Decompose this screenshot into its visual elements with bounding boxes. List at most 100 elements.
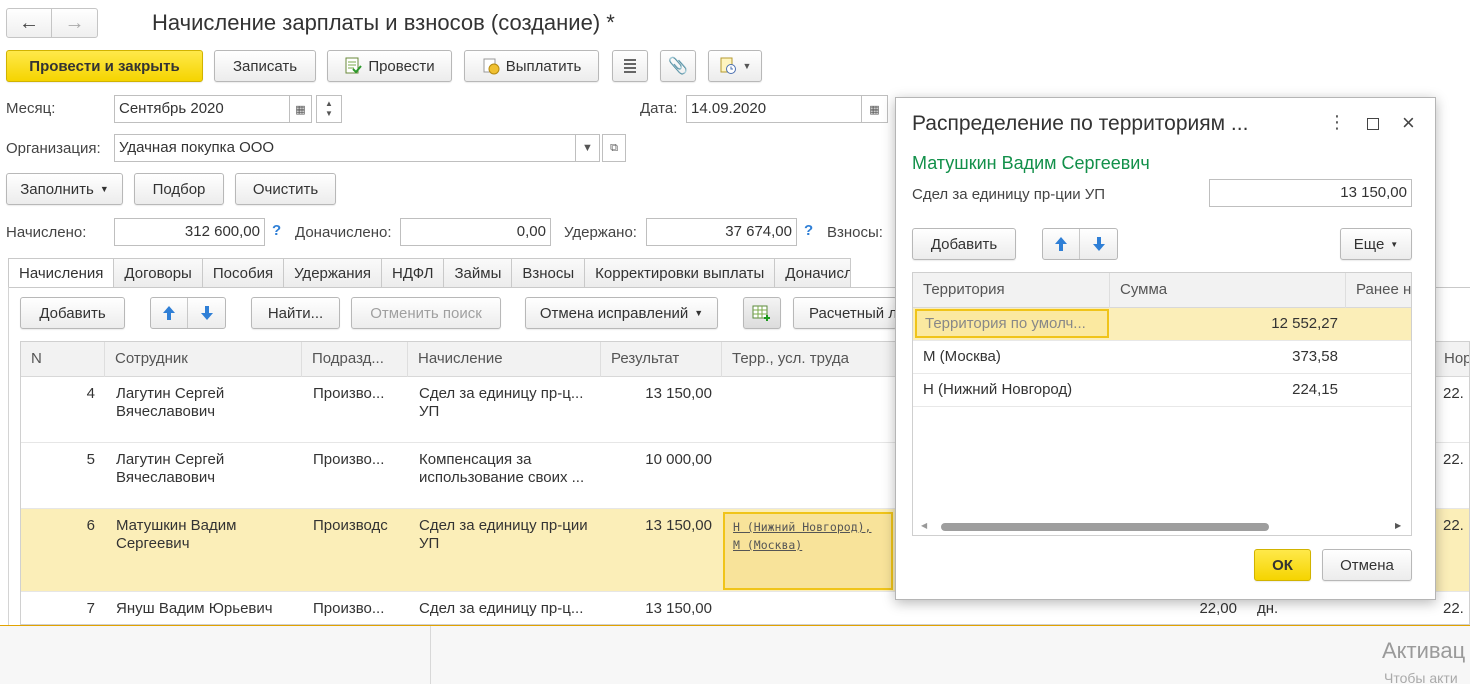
col-employee[interactable]: Сотрудник xyxy=(105,342,302,377)
attach-button[interactable]: 📎 xyxy=(660,50,696,82)
table-add-icon xyxy=(752,304,772,322)
col-department[interactable]: Подразд... xyxy=(302,342,408,377)
organization-field[interactable]: Удачная покупка ООО xyxy=(114,134,576,162)
territory-link[interactable]: Н (Нижний Новгород), М (Москва) xyxy=(733,520,871,552)
col-accrual[interactable]: Начисление xyxy=(408,342,601,377)
grid-add-button[interactable]: Добавить xyxy=(20,297,125,329)
pay-icon xyxy=(482,57,500,75)
cancel-button[interactable]: Отмена xyxy=(1322,549,1412,581)
move-buttons xyxy=(150,297,226,329)
dialog-accrual-amount: 13 150,00 xyxy=(1209,179,1412,207)
maximize-icon[interactable] xyxy=(1367,118,1379,130)
row-department: Производс xyxy=(313,517,388,534)
row-accrual: Сдел за единицу пр-ц... xyxy=(419,600,584,617)
chevron-down-icon: ▼ xyxy=(1390,239,1399,249)
territory-row-selected[interactable]: Территория по умолч... 12 552,27 xyxy=(913,308,1411,341)
report-menu-button[interactable]: ▼ xyxy=(708,50,762,82)
territory-row[interactable]: Н (Нижний Новгород) 224,15 xyxy=(913,374,1411,407)
col-sum[interactable]: Сумма xyxy=(1110,273,1346,308)
date-calendar-icon[interactable]: ▦ xyxy=(862,95,888,123)
tab-loans[interactable]: Займы xyxy=(444,258,513,288)
tab-payment-adjustments[interactable]: Корректировки выплаты xyxy=(585,258,776,288)
scroll-right-icon[interactable]: ▶ xyxy=(1395,521,1401,530)
row-norm: 22. xyxy=(1443,451,1464,468)
post-doc-icon xyxy=(344,57,363,75)
forward-arrow-icon[interactable]: → xyxy=(52,9,97,37)
save-button[interactable]: Записать xyxy=(214,50,316,82)
org-open-icon[interactable]: ⧉ xyxy=(602,134,626,162)
cancel-search-button[interactable]: Отменить поиск xyxy=(351,297,501,329)
col-territory[interactable]: Терр., усл. труда xyxy=(722,342,897,377)
tab-accruals[interactable]: Начисления xyxy=(8,258,115,288)
post-and-close-button[interactable]: Провести и закрыть xyxy=(6,50,203,82)
dialog-more-button[interactable]: Еще ▼ xyxy=(1340,228,1412,260)
row-result: 10 000,00 xyxy=(645,451,712,468)
month-stepper[interactable]: ▲ ▼ xyxy=(316,95,342,123)
post-button[interactable]: Провести xyxy=(327,50,452,82)
accrued-field: 312 600,00 xyxy=(114,218,265,246)
pay-button[interactable]: Выплатить xyxy=(464,50,599,82)
list-view-button[interactable] xyxy=(612,50,648,82)
dialog-title: Распределение по территориям ... xyxy=(912,112,1249,135)
col-norm[interactable]: Нор xyxy=(1433,342,1469,377)
territory-row[interactable]: М (Москва) 373,58 xyxy=(913,341,1411,374)
tab-ndfl[interactable]: НДФЛ xyxy=(382,258,445,288)
chevron-down-icon: ▼ xyxy=(742,61,752,71)
fill-button-label: Заполнить xyxy=(20,180,94,198)
row-accrual: Сдел за единицу пр-ц... УП xyxy=(419,385,584,420)
added-field: 0,00 xyxy=(400,218,551,246)
col-territory[interactable]: Территория xyxy=(913,273,1110,308)
find-button[interactable]: Найти... xyxy=(251,297,340,329)
org-dropdown-icon[interactable]: ▼ xyxy=(576,134,600,162)
add-table-row-button[interactable] xyxy=(743,297,781,329)
move-up-arrow-icon[interactable] xyxy=(151,298,189,328)
territory-sum: 373,58 xyxy=(1292,348,1338,365)
month-label: Месяц: xyxy=(6,100,56,117)
ok-button[interactable]: ОК xyxy=(1254,549,1311,581)
territory-cell[interactable]: Н (Нижний Новгород), М (Москва) xyxy=(723,512,893,590)
col-previous[interactable]: Ранее н xyxy=(1346,273,1411,308)
back-arrow-icon[interactable]: ← xyxy=(7,9,53,37)
move-down-arrow-icon[interactable] xyxy=(1080,229,1117,259)
territory-cell-selected[interactable]: Территория по умолч... xyxy=(915,309,1109,338)
stepper-down-icon[interactable]: ▼ xyxy=(325,109,333,119)
dialog-add-button[interactable]: Добавить xyxy=(912,228,1016,260)
row-department: Произво... xyxy=(313,451,385,468)
stepper-up-icon[interactable]: ▲ xyxy=(325,99,333,109)
clear-button[interactable]: Очистить xyxy=(235,173,336,205)
month-field[interactable]: Сентябрь 2020 xyxy=(114,95,290,123)
withheld-field: 37 674,00 xyxy=(646,218,797,246)
tab-benefits[interactable]: Пособия xyxy=(202,258,285,288)
select-button[interactable]: Подбор xyxy=(134,173,224,205)
row-accrual: Сдел за единицу пр-ции УП xyxy=(419,517,588,552)
payslip-button[interactable]: Расчетный л xyxy=(793,297,897,329)
accrued-help-icon[interactable]: ? xyxy=(272,222,281,239)
tab-additional-accruals[interactable]: Доначисл xyxy=(775,258,852,288)
col-result[interactable]: Результат xyxy=(601,342,722,377)
row-number: 4 xyxy=(86,385,95,402)
row-days: 22,00 xyxy=(1199,600,1237,617)
more-vert-icon[interactable]: ⋮ xyxy=(1328,112,1346,133)
territory-distribution-dialog: Распределение по территориям ... ⋮ × Мат… xyxy=(895,97,1436,600)
calendar-icon[interactable]: ▦ xyxy=(290,95,312,123)
more-button-label: Еще xyxy=(1353,235,1385,253)
fill-button[interactable]: Заполнить ▼ xyxy=(6,173,123,205)
tab-deductions[interactable]: Удержания xyxy=(284,258,383,288)
territory-table-header: Территория Сумма Ранее н xyxy=(913,273,1411,308)
scroll-left-icon[interactable]: ◀ xyxy=(921,521,927,530)
horizontal-scrollbar[interactable] xyxy=(941,523,1269,531)
move-down-arrow-icon[interactable] xyxy=(188,298,225,328)
row-norm: 22. xyxy=(1443,600,1464,617)
move-up-arrow-icon[interactable] xyxy=(1043,229,1081,259)
row-result: 13 150,00 xyxy=(645,517,712,534)
close-icon[interactable]: × xyxy=(1402,110,1415,136)
tab-panel-left-border xyxy=(8,287,9,627)
tab-contributions[interactable]: Взносы xyxy=(512,258,586,288)
cancel-fix-button[interactable]: Отмена исправлений ▼ xyxy=(525,297,718,329)
list-icon xyxy=(623,58,637,74)
withheld-help-icon[interactable]: ? xyxy=(804,222,813,239)
date-field[interactable]: 14.09.2020 xyxy=(686,95,862,123)
row-accrual: Компенсация за использование своих ... xyxy=(419,451,585,486)
tab-contracts[interactable]: Договоры xyxy=(114,258,203,288)
col-n[interactable]: N xyxy=(21,342,105,377)
